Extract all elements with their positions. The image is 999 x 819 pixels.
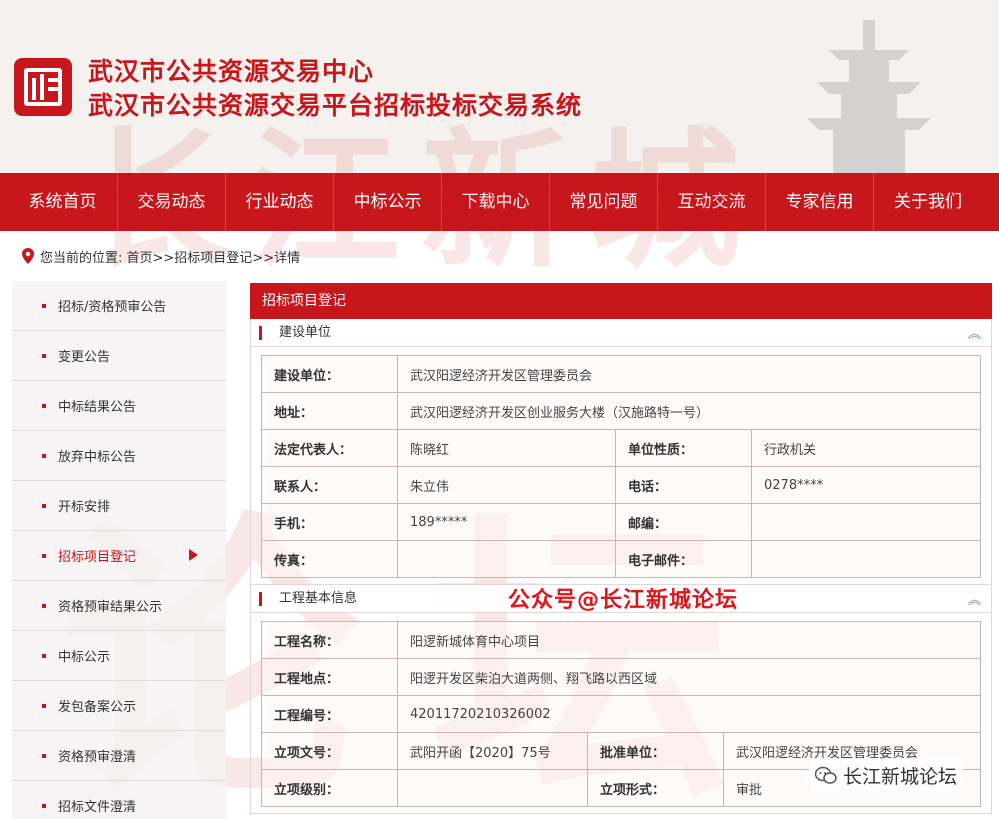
table-row: 联系人： 朱立伟 电话： 0278**** <box>261 466 981 504</box>
table-row: 工程编号： 42011720210326002 <box>261 695 981 733</box>
field-label: 电话： <box>615 466 752 504</box>
field-label: 批准单位： <box>587 732 724 770</box>
breadcrumb-text[interactable]: 您当前的位置: 首页>>招标项目登记>>详情 <box>40 247 300 266</box>
nav-industry-news[interactable]: 行业动态 <box>226 173 334 231</box>
detail-panel: 招标项目登记 建设单位 ︽ 建设单位： 武汉阳逻经济开发区管理委员会 地址： 武… <box>250 283 992 819</box>
section-title: 建设单位 <box>279 325 332 340</box>
main-nav: 系统首页 交易动态 行业动态 中标公示 下载中心 常见问题 互动交流 专家信用 … <box>0 173 999 231</box>
field-label: 地址： <box>261 392 398 430</box>
sidebar-item-label: 变更公告 <box>58 350 111 365</box>
field-label: 传真： <box>261 540 398 578</box>
section-title: 工程基本信息 <box>279 591 358 606</box>
pagoda-illustration <box>807 20 931 173</box>
sidebar-item-contract-filing[interactable]: 发包备案公示 <box>12 681 226 731</box>
field-label: 建设单位： <box>261 355 398 393</box>
sidebar-item-label: 招标文件澄清 <box>58 800 137 815</box>
sidebar-item-prequal-clarification[interactable]: 资格预审澄清 <box>12 731 226 781</box>
table-row: 地址： 武汉阳逻经济开发区创业服务大楼（汉施路特一号） <box>261 392 981 430</box>
watermark-overlay-text: 公众号@长江新城论坛 <box>508 588 739 613</box>
field-value <box>751 503 981 541</box>
sidebar-item-award-result[interactable]: 中标结果公告 <box>12 381 226 431</box>
logo <box>14 58 72 116</box>
breadcrumb: 您当前的位置: 首页>>招标项目登记>>详情 <box>0 231 999 281</box>
field-label: 立项文号： <box>261 732 398 770</box>
sidebar-item-change-notice[interactable]: 变更公告 <box>12 331 226 381</box>
sidebar-item-label: 放弃中标公告 <box>58 450 137 465</box>
field-label: 单位性质： <box>615 429 752 467</box>
table-row: 工程地点： 阳逻开发区柴泊大道两侧、翔飞路以西区域 <box>261 658 981 696</box>
sidebar-item-label: 资格预审澄清 <box>58 750 137 765</box>
nav-faq[interactable]: 常见问题 <box>550 173 658 231</box>
field-value: 陈晓红 <box>397 429 616 467</box>
table-row: 法定代表人： 陈晓红 单位性质： 行政机关 <box>261 429 981 467</box>
field-label: 工程名称： <box>261 621 398 659</box>
sidebar-item-bid-opening[interactable]: 开标安排 <box>12 481 226 531</box>
field-label: 工程地点： <box>261 658 398 696</box>
field-label: 立项级别： <box>261 769 398 807</box>
builder-info-table: 建设单位： 武汉阳逻经济开发区管理委员会 地址： 武汉阳逻经济开发区创业服务大楼… <box>261 355 981 578</box>
field-value: 行政机关 <box>751 429 981 467</box>
collapse-icon[interactable]: ︽ <box>968 587 981 614</box>
field-label: 联系人： <box>261 466 398 504</box>
nav-award-notice[interactable]: 中标公示 <box>334 173 442 231</box>
nav-about[interactable]: 关于我们 <box>874 173 982 231</box>
site-header: 武汉市公共资源交易中心 武汉市公共资源交易平台招标投标交易系统 <box>0 0 999 173</box>
field-label: 电子邮件： <box>615 540 752 578</box>
section-header-builder: 建设单位 ︽ <box>250 319 992 347</box>
nav-trade-news[interactable]: 交易动态 <box>118 173 226 231</box>
field-value: 42011720210326002 <box>397 695 981 733</box>
collapse-icon[interactable]: ︽ <box>968 321 981 348</box>
field-label: 手机： <box>261 503 398 541</box>
sidebar-item-project-registration[interactable]: 招标项目登记 <box>12 531 226 581</box>
table-row: 建设单位： 武汉阳逻经济开发区管理委员会 <box>261 355 981 393</box>
field-value: 武汉阳逻经济开发区创业服务大楼（汉施路特一号） <box>397 392 981 430</box>
sidebar-item-award-publicity[interactable]: 中标公示 <box>12 631 226 681</box>
wechat-icon <box>814 766 837 784</box>
sidebar-item-label: 发包备案公示 <box>58 700 137 715</box>
watermark-corner-text: 长江新城论坛 <box>842 766 957 788</box>
field-value <box>397 769 588 807</box>
location-pin-icon <box>22 248 34 264</box>
sidebar-item-label: 招标项目登记 <box>58 550 137 565</box>
sidebar-item-label: 资格预审结果公示 <box>58 600 163 615</box>
field-label: 工程编号： <box>261 695 398 733</box>
table-row: 手机： 189***** 邮编： <box>261 503 981 541</box>
nav-expert-credit[interactable]: 专家信用 <box>766 173 874 231</box>
sidebar: 招标/资格预审公告 变更公告 中标结果公告 放弃中标公告 开标安排 招标项目登记… <box>12 281 226 819</box>
section-body-builder: 建设单位： 武汉阳逻经济开发区管理委员会 地址： 武汉阳逻经济开发区创业服务大楼… <box>250 347 992 585</box>
panel-title: 招标项目登记 <box>250 283 992 319</box>
field-value: 武阳开函【2020】75号 <box>397 732 588 770</box>
field-value: 武汉阳逻经济开发区管理委员会 <box>397 355 981 393</box>
sidebar-item-doc-clarification[interactable]: 招标文件澄清 <box>12 781 226 819</box>
sidebar-item-tender-notice[interactable]: 招标/资格预审公告 <box>12 281 226 331</box>
field-value: 阳逻开发区柴泊大道两侧、翔飞路以西区域 <box>397 658 981 696</box>
field-value <box>751 540 981 578</box>
field-value: 阳逻新城体育中心项目 <box>397 621 981 659</box>
sidebar-item-label: 中标公示 <box>58 650 111 665</box>
active-arrow-icon <box>189 549 198 561</box>
field-value: 189***** <box>397 503 616 541</box>
field-label: 邮编： <box>615 503 752 541</box>
sidebar-item-label: 开标安排 <box>58 500 111 515</box>
table-row: 传真： 电子邮件： <box>261 540 981 578</box>
nav-home[interactable]: 系统首页 <box>0 173 118 231</box>
sidebar-item-label: 中标结果公告 <box>58 400 137 415</box>
site-title-line1: 武汉市公共资源交易中心 <box>88 57 375 86</box>
sidebar-item-prequal-result[interactable]: 资格预审结果公示 <box>12 581 226 631</box>
site-title: 武汉市公共资源交易中心 武汉市公共资源交易平台招标投标交易系统 <box>88 55 582 123</box>
field-value: 朱立伟 <box>397 466 616 504</box>
table-row: 工程名称： 阳逻新城体育中心项目 <box>261 621 981 659</box>
field-value <box>397 540 616 578</box>
nav-download[interactable]: 下载中心 <box>442 173 550 231</box>
sidebar-item-abandon-award[interactable]: 放弃中标公告 <box>12 431 226 481</box>
site-title-line2: 武汉市公共资源交易平台招标投标交易系统 <box>88 91 583 120</box>
field-value: 0278**** <box>751 466 981 504</box>
nav-interaction[interactable]: 互动交流 <box>658 173 766 231</box>
watermark-corner: 长江新城论坛 <box>808 760 963 791</box>
field-label: 立项形式： <box>587 769 724 807</box>
sidebar-item-label: 招标/资格预审公告 <box>58 300 167 315</box>
field-label: 法定代表人： <box>261 429 398 467</box>
